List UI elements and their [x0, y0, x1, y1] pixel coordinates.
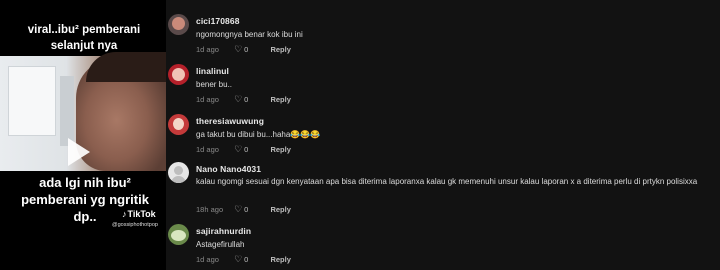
comment-age: 1d ago [196, 145, 219, 154]
comment-age: 1d ago [196, 95, 219, 104]
person-hair [86, 52, 166, 82]
tiktok-logo: ♪TikTok [122, 209, 156, 219]
like-count: 0 [244, 255, 249, 264]
comment-meta: 1d ago ♡ 0 Reply [196, 254, 291, 265]
like-count: 0 [244, 205, 249, 214]
reply-button[interactable]: Reply [270, 95, 290, 104]
like-count: 0 [244, 45, 249, 54]
video-player[interactable]: viral..ibu² pemberani selanjut nya ada l… [0, 0, 166, 270]
avatar[interactable] [168, 162, 189, 183]
reply-button[interactable]: Reply [270, 205, 290, 214]
comment-age: 18h ago [196, 205, 224, 214]
like-count: 0 [244, 95, 249, 104]
tiktok-handle: @gossiphothotpop [112, 222, 158, 228]
comment-username[interactable]: cici170868 [196, 16, 240, 26]
video-caption-top: viral..ibu² pemberani selanjut nya [27, 24, 141, 52]
comment-meta: 18h ago ♡ 0 Reply [196, 204, 291, 215]
reply-button[interactable]: Reply [270, 255, 290, 264]
heart-outline-icon[interactable]: ♡ [234, 254, 242, 264]
tiktok-note-icon: ♪ [122, 209, 127, 219]
like-count: 0 [244, 145, 249, 154]
avatar-face [172, 68, 185, 81]
tiktok-brand: TikTok [127, 209, 156, 219]
comment-username[interactable]: theresiawuwung [196, 116, 264, 126]
comment-text: kalau ngomgi sesuai dgn kenyataan apa bi… [196, 177, 698, 186]
comment-username[interactable]: linalinul [196, 66, 229, 76]
like-button[interactable]: ♡ 0 [234, 44, 248, 55]
avatar[interactable] [168, 114, 189, 135]
like-button[interactable]: ♡ 0 [234, 204, 248, 215]
reply-button[interactable]: Reply [270, 145, 290, 154]
comment-age: 1d ago [196, 255, 219, 264]
background-window [8, 66, 56, 136]
comment-age: 1d ago [196, 45, 219, 54]
avatar[interactable] [168, 64, 189, 85]
default-avatar-body [171, 176, 186, 183]
avatar-face [173, 118, 184, 130]
play-icon[interactable] [68, 138, 90, 166]
comment-text: ngomongnya benar kok ibu ini [196, 30, 303, 39]
like-button[interactable]: ♡ 0 [234, 144, 248, 155]
avatar[interactable] [168, 224, 189, 245]
default-avatar-head [174, 166, 183, 175]
like-button[interactable]: ♡ 0 [234, 94, 248, 105]
avatar-image [171, 230, 186, 241]
comments-list: cici170868 ngomongnya benar kok ibu ini … [166, 0, 720, 270]
heart-outline-icon[interactable]: ♡ [234, 44, 242, 54]
heart-outline-icon[interactable]: ♡ [234, 144, 242, 154]
comment-meta: 1d ago ♡ 0 Reply [196, 144, 291, 155]
heart-outline-icon[interactable]: ♡ [234, 204, 242, 214]
comment-text: bener bu.. [196, 80, 233, 89]
comment-meta: 1d ago ♡ 0 Reply [196, 44, 291, 55]
comment-text: Astagefirullah [196, 240, 245, 249]
comment-username[interactable]: Nano Nano4031 [196, 164, 261, 174]
heart-outline-icon[interactable]: ♡ [234, 94, 242, 104]
comment-meta: 1d ago ♡ 0 Reply [196, 94, 291, 105]
comment-username[interactable]: sajirahnurdin [196, 226, 251, 236]
reply-button[interactable]: Reply [270, 45, 290, 54]
comment-text: ga takut bu dibui bu...haha😂😂😂 [196, 130, 321, 139]
like-button[interactable]: ♡ 0 [234, 254, 248, 265]
avatar-face [172, 17, 185, 30]
avatar[interactable] [168, 14, 189, 35]
